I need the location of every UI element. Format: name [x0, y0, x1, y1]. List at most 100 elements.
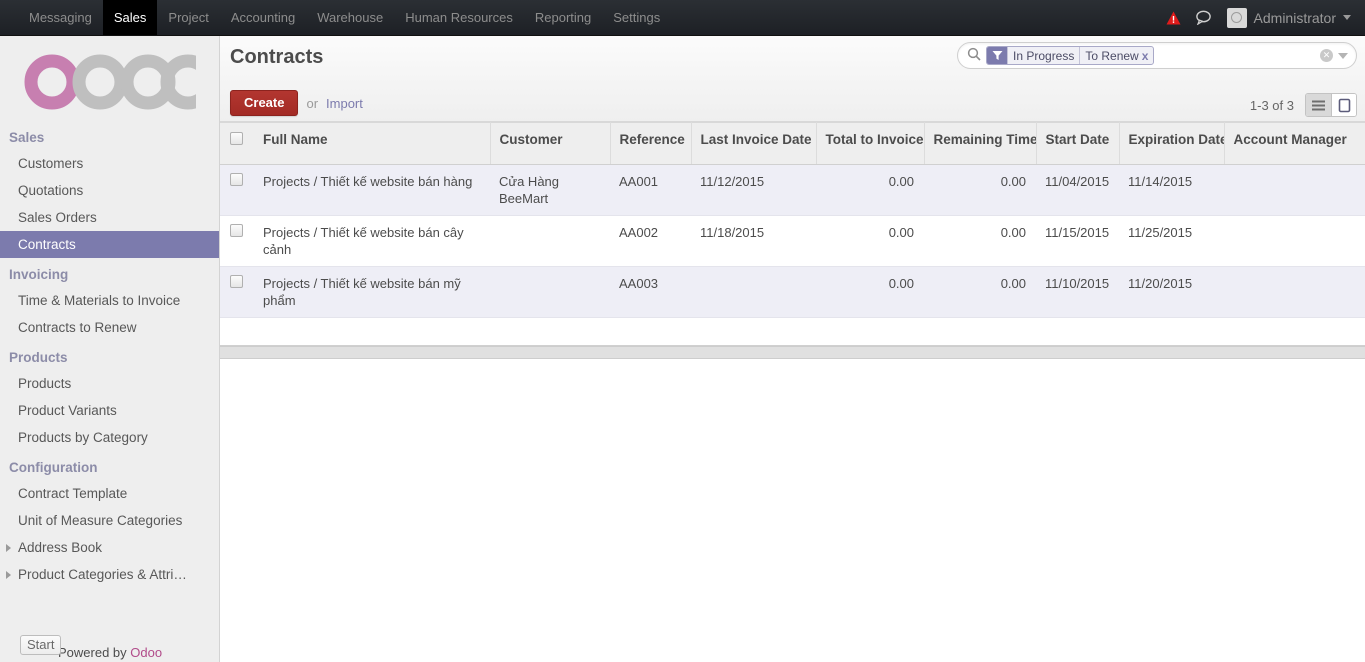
cell-customer: Cửa Hàng BeeMart — [490, 164, 610, 216]
nav-item-settings[interactable]: Settings — [602, 0, 671, 35]
sidebar-item-customers[interactable]: Customers — [0, 150, 219, 177]
create-button[interactable]: Create — [230, 90, 299, 116]
cell-reference: AA001 — [610, 164, 691, 216]
cell-last-invoice-date: 11/18/2015 — [691, 215, 816, 267]
filler-cell — [691, 317, 816, 346]
cell-customer — [490, 215, 610, 267]
chevron-down-icon[interactable] — [1338, 52, 1348, 59]
search-bar[interactable]: In Progress To Renew x ✕ — [957, 42, 1357, 69]
row-checkbox[interactable] — [230, 224, 243, 237]
nav-item-project[interactable]: Project — [157, 0, 219, 35]
pager-and-views: 1-3 of 3 — [1250, 93, 1357, 117]
facet-remove-icon[interactable]: x — [1142, 49, 1149, 63]
sidebar-item-contract-template[interactable]: Contract Template — [0, 480, 219, 507]
sidebar-item-unit-of-measure-categories[interactable]: Unit of Measure Categories — [0, 507, 219, 534]
or-label: or — [306, 95, 319, 111]
table-body: Projects / Thiết kế website bán hàng Cửa … — [220, 164, 1365, 346]
pager-label: 1-3 of 3 — [1249, 97, 1294, 113]
filler-cell — [490, 317, 610, 346]
cell-account-manager — [1224, 266, 1365, 318]
list-bottom-band — [220, 346, 1365, 359]
column-header-account-manager[interactable]: Account Manager — [1224, 122, 1365, 165]
sidebar-item-label: Quotations — [18, 183, 84, 198]
table-header-row: Full Name Customer Reference Last Invoice D… — [220, 122, 1365, 165]
nav-item-sales[interactable]: Sales — [102, 0, 158, 35]
select-all-checkbox[interactable] — [230, 132, 243, 145]
nav-item-accounting[interactable]: Accounting — [220, 0, 306, 35]
sidebar-item-address-book[interactable]: Address Book — [0, 534, 219, 561]
user-menu[interactable]: Administrator — [1219, 7, 1351, 28]
contracts-list: Full Name Customer Reference Last Invoice D… — [220, 122, 1365, 359]
table-header: Full Name Customer Reference Last Invoice D… — [220, 122, 1365, 165]
column-header-reference[interactable]: Reference — [610, 122, 692, 165]
sidebar-item-sales-orders[interactable]: Sales Orders — [0, 204, 219, 231]
warning-triangle-icon[interactable] — [1159, 0, 1189, 36]
row-select-cell — [220, 164, 254, 216]
search-input[interactable] — [1154, 43, 1320, 68]
column-header-expiration-date[interactable]: Expiration Date — [1119, 122, 1225, 165]
cell-remaining-time: 0.00 — [924, 164, 1036, 216]
cell-remaining-time: 0.00 — [924, 266, 1036, 318]
sidebar-item-label: Products — [18, 376, 72, 391]
start-tour-button[interactable]: Start — [20, 635, 62, 655]
search-icon — [967, 47, 981, 64]
filler-cell — [816, 317, 924, 346]
filler-cell — [220, 317, 254, 346]
sidebar-item-products[interactable]: Products — [0, 370, 219, 397]
table-row[interactable]: Projects / Thiết kế website bán hàng Cửa … — [220, 164, 1365, 216]
sidebar-item-label: Product Variants — [18, 403, 117, 418]
cell-start-date: 11/15/2015 — [1036, 215, 1119, 267]
table-filler-row — [220, 317, 1365, 346]
table-row[interactable]: Projects / Thiết kế website bán mỹ phẩm A… — [220, 266, 1365, 318]
cell-total-to-invoice: 0.00 — [816, 164, 924, 216]
list-view-button[interactable] — [1306, 94, 1331, 116]
row-checkbox[interactable] — [230, 275, 243, 288]
chat-bubble-icon[interactable] — [1189, 0, 1219, 36]
column-header-start-date[interactable]: Start Date — [1036, 122, 1120, 165]
avatar — [1226, 7, 1247, 28]
form-view-button[interactable] — [1331, 94, 1356, 116]
column-header-remaining-time[interactable]: Remaining Time — [924, 122, 1037, 165]
top-menu-list: Messaging Sales Project Accounting Warehouse… — [18, 0, 671, 35]
import-link[interactable]: Import — [326, 96, 363, 111]
cell-expiration-date: 11/25/2015 — [1119, 215, 1224, 267]
nav-item-human-resources[interactable]: Human Resources — [394, 0, 524, 35]
clear-search-icon[interactable]: ✕ — [1320, 49, 1333, 62]
filler-cell — [1036, 317, 1119, 346]
sidebar-item-products-by-category[interactable]: Products by Category — [0, 424, 219, 451]
sidebar-item-quotations[interactable]: Quotations — [0, 177, 219, 204]
facet-value-label: To Renew — [1085, 48, 1139, 63]
sidebar-item-label: Product Categories & Attri… — [18, 567, 187, 582]
cell-account-manager — [1224, 164, 1365, 216]
facet-value-to-renew: To Renew x — [1079, 47, 1153, 64]
sidebar-item-product-variants[interactable]: Product Variants — [0, 397, 219, 424]
column-header-last-invoice-date[interactable]: Last Invoice Date — [691, 122, 817, 165]
action-buttons: Create or Import — [230, 90, 363, 116]
cell-customer — [490, 266, 610, 318]
odoo-logo[interactable] — [0, 36, 219, 121]
sidebar-item-time-materials-to-invoice[interactable]: Time & Materials to Invoice — [0, 287, 219, 314]
nav-item-reporting[interactable]: Reporting — [524, 0, 602, 35]
filler-cell — [1224, 317, 1365, 346]
row-checkbox[interactable] — [230, 173, 243, 186]
sidebar-item-contracts-to-renew[interactable]: Contracts to Renew — [0, 314, 219, 341]
sidebar-section-sales: Sales — [9, 130, 45, 145]
cell-expiration-date: 11/20/2015 — [1119, 266, 1224, 318]
row-select-cell — [220, 215, 254, 267]
odoo-brand-link[interactable]: Odoo — [130, 645, 162, 660]
sidebar-menu: Sales Customers Quotations Sales Orders Cont… — [0, 125, 219, 588]
nav-item-warehouse[interactable]: Warehouse — [306, 0, 394, 35]
nav-item-messaging[interactable]: Messaging — [18, 0, 103, 35]
column-header-total-to-invoice[interactable]: Total to Invoice — [816, 122, 925, 165]
sidebar-item-contracts[interactable]: Contracts — [0, 231, 219, 258]
filler-cell — [924, 317, 1036, 346]
table-row[interactable]: Projects / Thiết kế website bán cây cảnh… — [220, 215, 1365, 267]
expand-triangle-icon — [6, 543, 11, 552]
filler-cell — [254, 317, 490, 346]
search-facet[interactable]: In Progress To Renew x — [986, 46, 1155, 65]
top-navbar: Messaging Sales Project Accounting Warehouse… — [0, 0, 1365, 36]
column-header-customer[interactable]: Customer — [490, 122, 611, 165]
sidebar-item-label: Products by Category — [18, 430, 148, 445]
sidebar-item-product-categories-attri[interactable]: Product Categories & Attri… — [0, 561, 219, 588]
column-header-full-name[interactable]: Full Name — [254, 122, 491, 165]
